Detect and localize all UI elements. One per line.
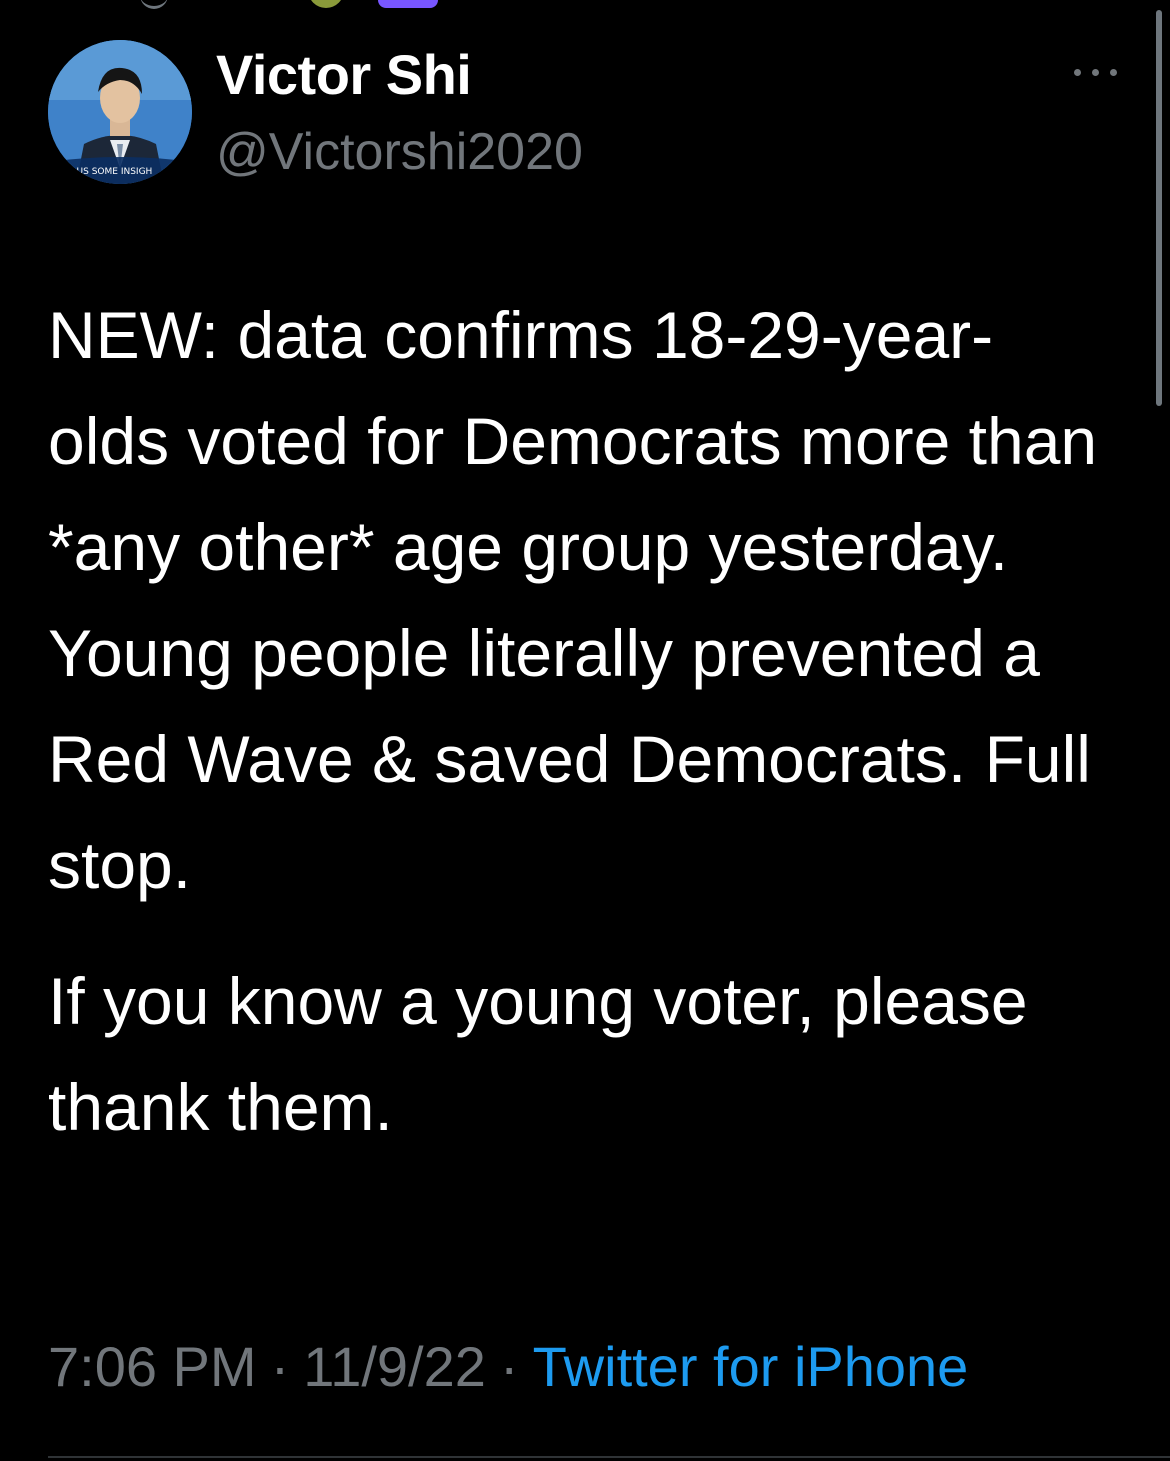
tweet-meta: 7:06 PM · 11/9/22 · Twitter for iPhone bbox=[48, 1334, 968, 1399]
svg-text:E US SOME INSIGH: E US SOME INSIGH bbox=[68, 167, 152, 177]
tweet-header: E US SOME INSIGH Victor Shi @Victorshi20… bbox=[48, 40, 1120, 184]
meta-separator: · bbox=[499, 1335, 519, 1398]
tweet-time[interactable]: 7:06 PM bbox=[48, 1335, 257, 1398]
tweet-text: NEW: data confirms 18-29-year-olds voted… bbox=[48, 282, 1108, 1160]
tweet-date[interactable]: 11/9/22 bbox=[303, 1335, 486, 1398]
meta-separator: · bbox=[270, 1335, 290, 1398]
author-name[interactable]: Victor Shi bbox=[216, 42, 472, 107]
tweet-paragraph: NEW: data confirms 18-29-year-olds voted… bbox=[48, 298, 1098, 902]
emoji-fragment bbox=[308, 0, 344, 8]
divider bbox=[48, 1456, 1170, 1458]
avatar[interactable]: E US SOME INSIGH bbox=[48, 40, 192, 184]
author-handle[interactable]: @Victorshi2020 bbox=[216, 122, 583, 182]
tweet-source-link[interactable]: Twitter for iPhone bbox=[533, 1335, 969, 1398]
badge-fragment bbox=[378, 0, 438, 8]
tweet-paragraph: If you know a young voter, please thank … bbox=[48, 964, 1028, 1144]
more-horizontal-icon[interactable] bbox=[1072, 60, 1120, 84]
previous-tweet-action-fragments bbox=[0, 0, 1170, 12]
reply-icon-fragment bbox=[140, 0, 168, 9]
scrollbar[interactable] bbox=[1156, 10, 1162, 406]
